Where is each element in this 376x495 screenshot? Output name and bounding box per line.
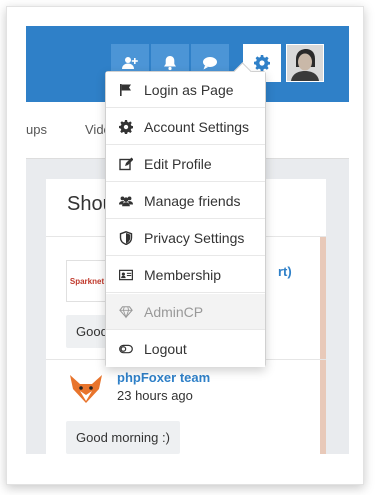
fox-logo (70, 375, 102, 403)
gear-icon (254, 55, 270, 71)
feed-author-suffix: rt) (278, 264, 292, 279)
users-icon (118, 193, 134, 209)
feed-message: Good morning :) (66, 421, 180, 454)
flag-icon (118, 82, 134, 98)
sparknet-logo: Sparknet (69, 276, 105, 286)
menu-item-label: Logout (144, 341, 187, 357)
menu-item-label: Login as Page (144, 81, 234, 98)
menu-item-account-settings[interactable]: Account Settings (106, 109, 265, 145)
menu-item-edit-profile[interactable]: Edit Profile (106, 146, 265, 182)
user-avatar[interactable] (286, 44, 324, 82)
menu-item-manage-friends[interactable]: Manage friends (106, 183, 265, 219)
shield-icon (118, 230, 134, 246)
menu-item-privacy-settings[interactable]: Privacy Settings (106, 220, 265, 256)
settings-dropdown-menu: Login as Page Account Settings Edit Prof… (105, 62, 266, 367)
menu-item-label: Privacy Settings (144, 229, 245, 246)
subnav-item-groups[interactable]: ups (26, 122, 47, 137)
menu-item-label: Manage friends (144, 192, 241, 209)
feed-avatar[interactable] (66, 369, 106, 409)
toggle-icon (118, 341, 134, 357)
menu-item-label: Edit Profile (144, 155, 212, 172)
menu-item-membership[interactable]: Membership (106, 257, 265, 293)
edit-icon (118, 156, 134, 172)
feed-avatar[interactable]: Sparknet (66, 260, 108, 302)
menu-item-logout[interactable]: Logout (106, 331, 265, 367)
id-card-icon (118, 267, 134, 283)
menu-item-label: Account Settings (144, 118, 250, 135)
diamond-icon (118, 304, 134, 320)
menu-item-label: Membership (144, 266, 222, 283)
gear-icon (118, 119, 134, 135)
user-photo (287, 45, 323, 81)
feed-author[interactable]: phpFoxer team (117, 370, 210, 385)
chat-bubble-icon (203, 57, 217, 70)
feed-time: 23 hours ago (117, 388, 193, 403)
scrollbar[interactable] (320, 237, 326, 454)
menu-item-admincp[interactable]: AdminCP (106, 294, 265, 330)
screenshot-frame: ups Video Shout Sparknet S rt) Y Good m (6, 6, 364, 485)
add-user-icon (122, 57, 138, 69)
feed-item: phpFoxer team 23 hours ago Good morning … (46, 360, 320, 454)
menu-item-label: AdminCP (144, 303, 204, 320)
menu-item-login-as-page[interactable]: Login as Page (106, 72, 265, 108)
bell-icon (164, 56, 176, 71)
